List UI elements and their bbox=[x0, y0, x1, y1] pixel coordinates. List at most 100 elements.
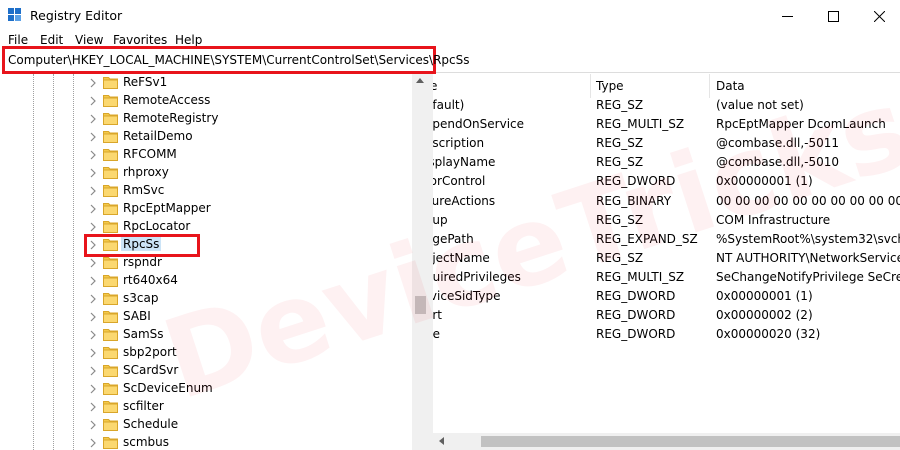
tree-item[interactable]: rspndr bbox=[0, 254, 412, 272]
value-row[interactable]: ilureActions REG_BINARY 00 00 00 00 00 00 … bbox=[433, 193, 900, 212]
scroll-left-icon[interactable] bbox=[439, 437, 444, 445]
value-row[interactable]: rorControl REG_DWORD 0x00000001 (1) bbox=[433, 173, 900, 192]
tree-item[interactable]: SamSs bbox=[0, 326, 412, 344]
folder-icon bbox=[103, 221, 118, 233]
chevron-right-icon[interactable] bbox=[88, 114, 98, 124]
value-data: @combase.dll,-5011 bbox=[716, 136, 840, 151]
menu-favorites[interactable]: Favorites bbox=[113, 33, 167, 47]
chevron-right-icon[interactable] bbox=[88, 78, 98, 88]
chevron-right-icon[interactable] bbox=[88, 330, 98, 340]
value-row[interactable]: rviceSidType REG_DWORD 0x00000001 (1) bbox=[433, 288, 900, 307]
column-header-type[interactable]: Type bbox=[596, 79, 624, 93]
registry-tree[interactable]: ReFSv1 RemoteAccess RemoteRegistry RetailDe… bbox=[0, 74, 429, 450]
folder-icon bbox=[103, 347, 118, 359]
tree-item[interactable]: rt640x64 bbox=[0, 272, 412, 290]
column-divider[interactable] bbox=[709, 74, 710, 98]
chevron-right-icon[interactable] bbox=[88, 348, 98, 358]
tree-item[interactable]: ScDeviceEnum bbox=[0, 380, 412, 398]
value-row[interactable]: art REG_DWORD 0x00000002 (2) bbox=[433, 307, 900, 326]
chevron-right-icon[interactable] bbox=[88, 96, 98, 106]
tree-item-label: RFCOMM bbox=[123, 147, 177, 161]
menu-help[interactable]: Help bbox=[175, 33, 202, 47]
tree-item-label: scmbus bbox=[123, 435, 170, 449]
value-name: agePath bbox=[433, 231, 474, 246]
value-row[interactable]: quiredPrivileges REG_MULTI_SZ SeChangeNoti… bbox=[433, 269, 900, 288]
value-type: REG_DWORD bbox=[596, 327, 676, 342]
tree-item-label: rspndr bbox=[123, 255, 162, 269]
value-data: 00 00 00 00 00 00 00 00 00 00 00 00 00 0… bbox=[716, 193, 900, 208]
tree-item[interactable]: RFCOMM bbox=[0, 146, 412, 164]
value-row[interactable]: isplayName REG_SZ @combase.dll,-5010 bbox=[433, 154, 900, 173]
scrollbar-thumb[interactable] bbox=[481, 436, 900, 447]
value-row[interactable]: escription REG_SZ @combase.dll,-5011 bbox=[433, 135, 900, 154]
chevron-right-icon[interactable] bbox=[88, 132, 98, 142]
chevron-right-icon[interactable] bbox=[88, 222, 98, 232]
chevron-right-icon[interactable] bbox=[88, 258, 98, 268]
tree-item[interactable]: RemoteAccess bbox=[0, 92, 412, 110]
tree-item[interactable]: SABI bbox=[0, 308, 412, 326]
scroll-up-icon[interactable] bbox=[416, 78, 424, 83]
chevron-right-icon[interactable] bbox=[88, 312, 98, 322]
chevron-right-icon[interactable] bbox=[88, 402, 98, 412]
tree-item[interactable]: RpcEptMapper bbox=[0, 200, 412, 218]
chevron-right-icon[interactable] bbox=[88, 366, 98, 376]
tree-item[interactable]: sbp2port bbox=[0, 344, 412, 362]
chevron-right-icon[interactable] bbox=[88, 420, 98, 430]
value-row[interactable]: pe REG_DWORD 0x00000020 (32) bbox=[433, 326, 900, 345]
column-header-data[interactable]: Data bbox=[716, 79, 745, 93]
folder-icon bbox=[103, 293, 118, 305]
tree-item[interactable]: RetailDemo bbox=[0, 128, 412, 146]
chevron-right-icon[interactable] bbox=[88, 150, 98, 160]
tree-item[interactable]: SCardSvr bbox=[0, 362, 412, 380]
tree-item[interactable]: s3cap bbox=[0, 290, 412, 308]
folder-icon bbox=[103, 275, 118, 287]
tree-item[interactable]: RmSvc bbox=[0, 182, 412, 200]
tree-item[interactable]: scfilter bbox=[0, 398, 412, 416]
values-horizontal-scrollbar[interactable] bbox=[433, 433, 900, 450]
address-path: Computer\HKEY_LOCAL_MACHINE\SYSTEM\Curre… bbox=[8, 53, 470, 67]
chevron-right-icon[interactable] bbox=[88, 186, 98, 196]
value-name: rviceSidType bbox=[433, 289, 501, 303]
minimize-button[interactable] bbox=[764, 0, 810, 32]
chevron-right-icon[interactable] bbox=[88, 384, 98, 394]
tree-item-label: sbp2port bbox=[123, 345, 177, 359]
tree-item-label: RemoteAccess bbox=[123, 93, 211, 107]
maximize-button[interactable] bbox=[810, 0, 856, 32]
chevron-right-icon[interactable] bbox=[88, 204, 98, 214]
close-button[interactable] bbox=[856, 0, 900, 32]
scrollbar-thumb[interactable] bbox=[415, 296, 426, 314]
value-name: art bbox=[433, 308, 442, 323]
tree-item[interactable]: ReFSv1 bbox=[0, 74, 412, 92]
tree-item-label: RetailDemo bbox=[123, 129, 193, 143]
value-row[interactable]: oup REG_SZ COM Infrastructure bbox=[433, 212, 900, 231]
menu-edit[interactable]: Edit bbox=[40, 33, 63, 47]
value-data: (value not set) bbox=[716, 98, 804, 112]
tree-item[interactable]: scmbus bbox=[0, 434, 412, 450]
value-row[interactable]: efault) REG_SZ (value not set) bbox=[433, 97, 900, 116]
menu-view[interactable]: View bbox=[75, 33, 103, 47]
chevron-right-icon[interactable] bbox=[88, 438, 98, 448]
menu-file[interactable]: File bbox=[8, 33, 28, 47]
chevron-right-icon[interactable] bbox=[88, 276, 98, 286]
folder-icon bbox=[103, 419, 118, 431]
tree-item[interactable]: Schedule bbox=[0, 416, 412, 434]
value-row[interactable]: ependOnService REG_MULTI_SZ RpcEptMapper D… bbox=[433, 116, 900, 135]
tree-item[interactable]: rhproxy bbox=[0, 164, 412, 182]
tree-item[interactable]: RemoteRegistry bbox=[0, 110, 412, 128]
column-divider[interactable] bbox=[590, 74, 591, 98]
values-list[interactable]: e Type Data efault) REG_SZ (value not set)… bbox=[433, 74, 900, 450]
tree-item-label: SABI bbox=[123, 309, 151, 323]
value-data: SeChangeNotifyPrivilege SeCreateGl bbox=[716, 269, 900, 284]
value-row[interactable]: ojectName REG_SZ NT AUTHORITY\NetworkServi… bbox=[433, 250, 900, 269]
chevron-right-icon[interactable] bbox=[88, 294, 98, 304]
address-bar[interactable]: Computer\HKEY_LOCAL_MACHINE\SYSTEM\Curre… bbox=[2, 46, 470, 74]
tree-vertical-scrollbar[interactable] bbox=[412, 74, 429, 450]
title-bar: Registry Editor bbox=[0, 0, 900, 32]
tree-item-label: RemoteRegistry bbox=[123, 111, 219, 125]
column-header-name[interactable]: e bbox=[433, 79, 437, 93]
chevron-right-icon[interactable] bbox=[88, 168, 98, 178]
value-type: REG_BINARY bbox=[596, 193, 672, 208]
value-row[interactable]: agePath REG_EXPAND_SZ %SystemRoot%\system3… bbox=[433, 231, 900, 250]
tree-item[interactable]: RpcSs bbox=[0, 236, 412, 254]
tree-item[interactable]: RpcLocator bbox=[0, 218, 412, 236]
